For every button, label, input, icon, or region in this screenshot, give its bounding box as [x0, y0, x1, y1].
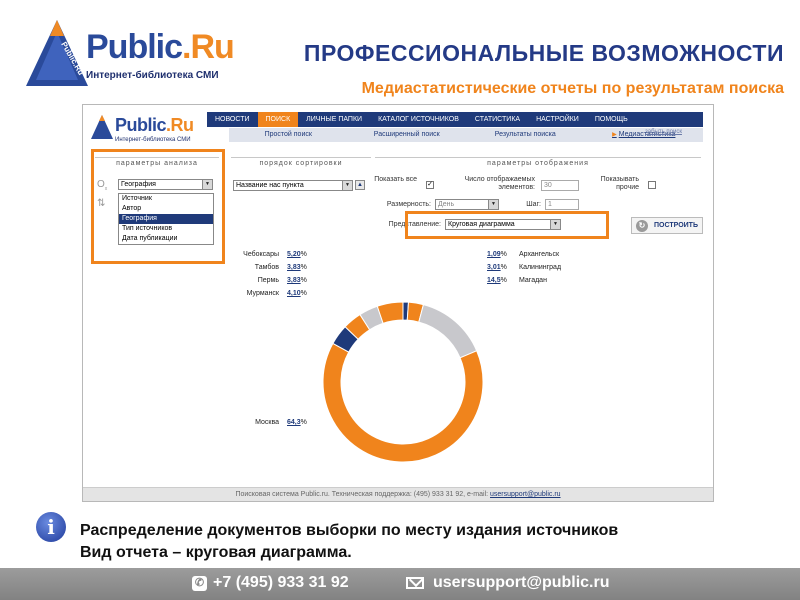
slide-subtitle: Медиастатистические отчеты по результата… [361, 80, 784, 97]
app-screenshot: Public.Ru Интернет-библиотека СМИ НОВОСТ… [82, 104, 714, 502]
caption-line-1: Распределение документов выборки по мест… [80, 522, 619, 539]
slide-title: ПРОФЕССИОНАЛЬНЫЕ ВОЗМОЖНОСТИ [303, 40, 784, 66]
app-logo[interactable]: Public.Ru Интернет-библиотека СМИ [91, 113, 211, 149]
donut-slice [359, 305, 384, 331]
nav-item[interactable]: НОВОСТИ [207, 112, 258, 127]
chevron-down-icon: ▼ [342, 181, 352, 190]
chart-category-label: Мурманск [246, 290, 279, 297]
app-logo-wordmark: Public.Ru [115, 115, 194, 135]
chart-category-label: Калининград [519, 264, 562, 271]
chart-category-label: Чебоксары [243, 251, 279, 258]
nav-item[interactable]: ЛИЧНЫЕ ПАПКИ [298, 112, 370, 127]
donut-slice [376, 301, 404, 324]
footer-email-link[interactable]: usersupport@public.ru [490, 491, 561, 498]
chart-value-label: 3,83% [287, 264, 307, 271]
step-label: Шаг: [526, 201, 541, 208]
subnav-tab[interactable]: Результаты поиска [466, 128, 585, 142]
logo-subtitle: Интернет-библиотека СМИ [86, 70, 219, 81]
app-logo-subtitle: Интернет-библиотека СМИ [115, 137, 191, 143]
subnav-tab[interactable]: Расширенный поиск [348, 128, 467, 142]
analysis-highlight-box [91, 149, 225, 264]
logo-triangle-icon [26, 20, 88, 86]
slide-caption: Распределение документов выборки по мест… [80, 520, 618, 564]
chart-value-label: 64,3% [287, 419, 307, 426]
chart-category-label: Пермь [257, 277, 279, 284]
build-button[interactable]: ↻ ПОСТРОИТЬ [631, 217, 703, 234]
nav-item[interactable]: КАТАЛОГ ИСТОЧНИКОВ [370, 112, 467, 127]
sort-select[interactable]: Название нас пункта ▼ [233, 180, 353, 191]
phone-contact: ✆ +7 (495) 933 31 92 [192, 574, 349, 592]
app-logo-triangle-icon [91, 115, 113, 139]
contact-email[interactable]: usersupport@public.ru [433, 574, 610, 592]
chart-category-label: Архангельск [519, 251, 560, 258]
chart-value-label: 3,83% [287, 277, 307, 284]
donut-slice [406, 301, 425, 323]
sort-ascending-button[interactable]: ▲ [355, 180, 365, 190]
nav-item[interactable]: ПОМОЩЬ [587, 112, 636, 127]
slide-logo: Public.Ru Public.Ru Интернет-библиотека … [24, 18, 235, 90]
display-params-header: параметры отображения [375, 157, 701, 167]
donut-slice [332, 326, 359, 353]
chart-category-label: Тамбов [254, 264, 279, 271]
step-input[interactable]: 1 [545, 199, 579, 210]
show-all-label: Показать все [374, 176, 417, 183]
show-all-checkbox[interactable]: ✓ [426, 181, 434, 189]
chart-category-label: Магадан [519, 277, 547, 284]
chart-value-label: 1,09% [487, 251, 507, 258]
count-label: Число отображаемых элементов: [464, 176, 535, 191]
chart-value-label: 14,5% [487, 277, 507, 284]
arrow-right-icon: ▶ [612, 132, 617, 138]
nav-item[interactable]: СТАТИСТИКА [467, 112, 528, 127]
main-nav: НОВОСТИ ПОИСК ЛИЧНЫЕ ПАПКИ КАТАЛОГ ИСТОЧНИК… [207, 112, 703, 127]
phone-number: +7 (495) 933 31 92 [213, 574, 349, 591]
forget-search-link[interactable]: забыть поиск [645, 129, 682, 135]
phone-icon: ✆ [192, 575, 207, 591]
donut-slice [418, 304, 478, 359]
show-other-label: Показывать прочие [600, 176, 639, 191]
dimension-select[interactable]: День ▼ [435, 199, 499, 210]
logo-wordmark: Public.Ru [86, 28, 235, 66]
donut-slice [344, 313, 371, 340]
app-footer: Поисковая система Public.ru. Техническая… [83, 487, 713, 501]
show-other-checkbox[interactable] [648, 181, 656, 189]
chevron-down-icon: ▼ [488, 200, 498, 209]
nav-item[interactable]: ПОИСК [257, 112, 299, 127]
search-subnav: Простой поиск Расширенный поиск Результаты… [229, 128, 703, 142]
subnav-tab[interactable]: ▶ Медиастатистика [585, 128, 704, 142]
chart-value-label: 3,01% [487, 264, 507, 271]
count-input[interactable]: 30 [541, 180, 579, 191]
dimension-label: Размерность: [386, 201, 431, 208]
sort-order-header: порядок сортировки [231, 157, 371, 167]
donut-slice [402, 301, 410, 321]
contact-bar: ✆ +7 (495) 933 31 92 usersupport@public.… [0, 568, 800, 600]
chart-category-label: Москва [255, 419, 279, 426]
chart-value-label: 5,20% [287, 251, 307, 258]
info-icon: i [36, 512, 66, 542]
refresh-icon: ↻ [636, 220, 648, 232]
caption-line-2: Вид отчета – круговая диаграмма. [80, 544, 352, 561]
representation-highlight-box [405, 211, 609, 239]
subnav-tab[interactable]: Простой поиск [229, 128, 348, 142]
donut-slice [322, 342, 484, 463]
chart-value-label: 4,10% [287, 290, 307, 297]
email-contact: usersupport@public.ru [406, 574, 610, 592]
nav-item[interactable]: НАСТРОЙКИ [528, 112, 587, 127]
mail-icon [406, 577, 424, 589]
